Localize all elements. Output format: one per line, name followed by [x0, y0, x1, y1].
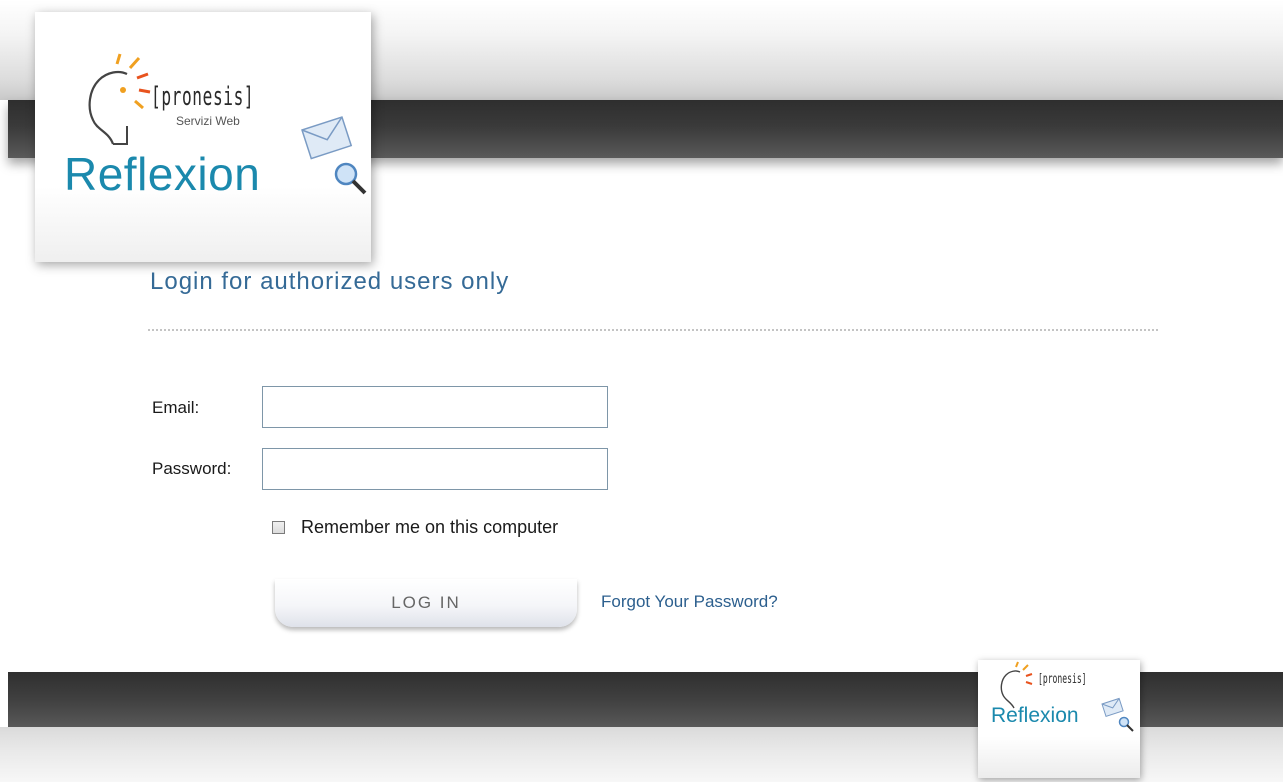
remember-me-checkbox[interactable]: [272, 521, 285, 534]
logo-product-name: Reflexion: [64, 148, 261, 200]
remember-me-row[interactable]: Remember me on this computer: [272, 517, 558, 538]
password-field[interactable]: [262, 448, 608, 490]
page-title: Login for authorized users only: [150, 268, 510, 295]
logo-tagline: Servizi Web: [176, 114, 240, 128]
header-logo[interactable]: [pronesis] Servizi Web Reflexion: [35, 12, 371, 262]
forgot-password-link[interactable]: Forgot Your Password?: [601, 592, 778, 612]
email-label: Email:: [152, 398, 200, 417]
footer-logo-company: [pronesis]: [1038, 672, 1087, 687]
email-field[interactable]: [262, 386, 608, 428]
login-button[interactable]: LOG IN: [275, 579, 577, 627]
envelope-magnifier-icon: [301, 116, 367, 195]
footer-logo[interactable]: [pronesis] Reflexion: [978, 660, 1140, 778]
logo-company-name: [pronesis]: [151, 82, 255, 112]
password-label: Password:: [152, 459, 232, 478]
footer-logo-product: Reflexion: [991, 704, 1079, 727]
title-divider: [148, 329, 1158, 331]
remember-me-label[interactable]: Remember me on this computer: [301, 517, 558, 538]
